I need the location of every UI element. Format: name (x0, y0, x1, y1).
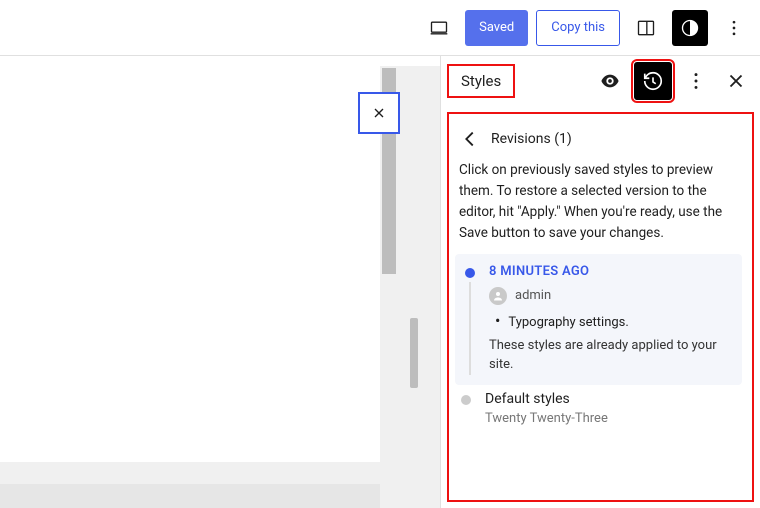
revision-author-name: admin (515, 288, 551, 303)
revisions-panel: Revisions (1) Click on previously saved … (447, 112, 754, 502)
canvas-content (0, 66, 380, 462)
main-area: Styles Revisions (1) Click (0, 56, 760, 508)
panel-more-button[interactable] (676, 61, 716, 101)
revision-note: These styles are already applied to your… (489, 336, 734, 375)
revision-timeline (463, 264, 477, 375)
panel-header: Styles (441, 56, 760, 106)
close-icon (725, 70, 747, 92)
revision-default-title: Default styles (485, 391, 742, 407)
outer-scrollbar-thumb[interactable] (410, 318, 418, 388)
revisions-list: 8 MINUTES AGO admin Typography settings.… (459, 254, 742, 432)
revision-change: Typography settings. (495, 311, 734, 330)
close-popover-button[interactable] (358, 92, 400, 134)
history-icon (642, 70, 664, 92)
panel-toggle-button[interactable] (628, 10, 664, 46)
revision-default-theme: Twenty Twenty-Three (485, 411, 742, 426)
revision-author: admin (489, 287, 734, 305)
close-icon (371, 105, 387, 121)
copy-this-button[interactable]: Copy this (536, 10, 620, 46)
timeline-dot-icon (461, 395, 471, 405)
canvas-bottom-strip (0, 484, 380, 508)
revisions-heading: Revisions (1) (491, 131, 572, 147)
avatar-icon (489, 287, 507, 305)
kebab-icon (685, 70, 707, 92)
revision-item-default[interactable]: Default styles Twenty Twenty-Three (459, 385, 742, 432)
device-preview-button[interactable] (421, 10, 457, 46)
revisions-header: Revisions (1) (459, 122, 742, 160)
styles-panel: Styles Revisions (1) Click (440, 56, 760, 508)
styles-button[interactable] (672, 10, 708, 46)
more-options-button[interactable] (716, 10, 752, 46)
saved-button[interactable]: Saved (465, 10, 528, 46)
style-book-button[interactable] (590, 61, 630, 101)
back-button[interactable] (459, 128, 481, 150)
revisions-description: Click on previously saved styles to prev… (459, 160, 742, 254)
editor-canvas (0, 56, 440, 508)
panel-title-highlight: Styles (447, 64, 515, 98)
revisions-button[interactable] (634, 62, 672, 100)
panel-title: Styles (461, 72, 501, 90)
timeline-line (469, 282, 471, 375)
revision-time: 8 MINUTES AGO (489, 264, 734, 279)
revision-timeline (459, 391, 473, 426)
chevron-left-icon (459, 128, 481, 150)
eye-icon (599, 70, 621, 92)
revision-item-active[interactable]: 8 MINUTES AGO admin Typography settings.… (455, 254, 742, 385)
timeline-dot-icon (465, 268, 475, 278)
panel-close-button[interactable] (716, 61, 756, 101)
top-toolbar: Saved Copy this (0, 0, 760, 56)
